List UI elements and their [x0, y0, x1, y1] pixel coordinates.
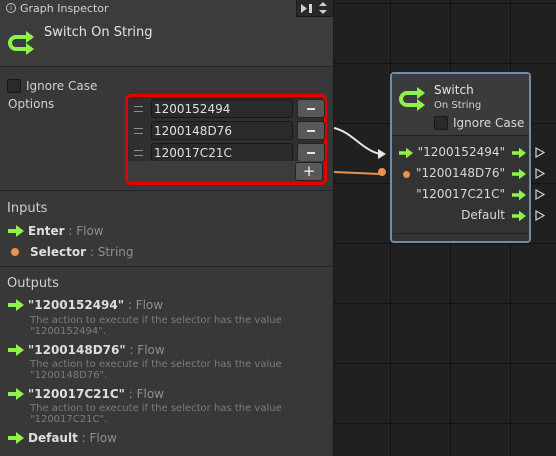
flow-edge-arrow-icon — [378, 149, 386, 159]
port-name: Selector — [30, 245, 87, 259]
flow-input-port-icon[interactable] — [399, 147, 413, 159]
flow-output-port-icon[interactable] — [512, 168, 526, 180]
port-type: : Flow — [124, 387, 164, 401]
flow-output-port-icon[interactable] — [512, 210, 526, 222]
output-connector-icon[interactable] — [535, 168, 545, 179]
output-port: "120017C21C" : Flow — [8, 387, 164, 401]
port-name: "1200148D76" — [28, 343, 126, 357]
graph-inspector-panel: i Graph Inspector Switch On String Ignor… — [0, 0, 334, 456]
port-description: The action to execute if the selector ha… — [30, 359, 282, 381]
switch-arrows-icon — [8, 31, 34, 55]
flow-arrow-icon — [8, 432, 24, 444]
port-name: "120017C21C" — [28, 387, 125, 401]
inspector-tab[interactable]: i Graph Inspector — [0, 0, 297, 17]
outputs-title: Outputs — [7, 276, 59, 291]
inspector-title: Graph Inspector — [20, 2, 109, 15]
output-port: "1200152494" : Flow — [8, 298, 163, 312]
node-port-row: "120017C21C" — [392, 185, 529, 205]
port-type: : Flow — [124, 298, 164, 312]
value-input-port-icon[interactable] — [403, 171, 410, 178]
divider — [0, 266, 333, 267]
options-footer: + — [128, 161, 324, 182]
value-edge[interactable] — [333, 171, 381, 175]
port-name: Enter — [28, 224, 65, 238]
output-port: Default : Flow — [8, 431, 117, 445]
switch-node-header: Switch On String Ignore Case — [392, 74, 529, 136]
node-port-label: "120017C21C" — [416, 187, 505, 201]
port-name: "1200152494" — [28, 298, 124, 312]
input-port-selector: Selector : String — [8, 245, 134, 259]
node-title: Switch On String — [44, 25, 153, 40]
node-port-label: "1200148D76" — [416, 166, 505, 180]
switch-node-footer — [392, 233, 529, 234]
dock-panel-icon[interactable] — [300, 3, 313, 14]
input-port-enter: Enter : Flow — [8, 224, 104, 238]
flow-arrow-icon — [8, 225, 24, 237]
output-connector-icon[interactable] — [535, 147, 545, 158]
output-connector-icon[interactable] — [535, 210, 545, 221]
flow-arrow-icon — [8, 299, 24, 311]
ignore-case-label: Ignore Case — [26, 79, 98, 93]
options-label: Options — [8, 97, 55, 111]
value-connector-icon[interactable] — [378, 168, 386, 176]
option-row: 1200148D76 — [131, 121, 325, 141]
port-description: The action to execute if the selector ha… — [30, 403, 282, 425]
inspector-title-bar: i Graph Inspector — [0, 0, 333, 17]
remove-option-button[interactable] — [297, 99, 325, 118]
add-option-button[interactable]: + — [295, 162, 323, 181]
port-description: The action to execute if the selector ha… — [30, 315, 282, 337]
inspector-node-header: Switch On String — [0, 17, 333, 67]
flow-edge[interactable] — [333, 127, 381, 155]
output-port: "1200148D76" : Flow — [8, 343, 165, 357]
node-port-label: Default — [461, 208, 505, 222]
node-port-row: "1200148D76" — [392, 164, 529, 184]
ignore-case-checkbox[interactable] — [7, 79, 21, 93]
divider — [0, 190, 333, 191]
ignore-case-checkbox[interactable] — [434, 116, 448, 130]
switch-node-title: Switch — [434, 83, 474, 97]
node-port-label: "1200152494" — [417, 145, 505, 159]
port-type: : Flow — [125, 343, 165, 357]
drag-handle-icon[interactable] — [134, 150, 143, 156]
options-list: 1200152494 1200148D76 120017C21C + — [125, 94, 327, 185]
value-dot-icon — [11, 248, 19, 256]
drag-handle-icon[interactable] — [134, 128, 143, 134]
flow-output-port-icon[interactable] — [512, 147, 526, 159]
node-port-row: "1200152494" — [392, 143, 529, 163]
inputs-title: Inputs — [7, 201, 48, 216]
flow-output-port-icon[interactable] — [512, 189, 526, 201]
remove-option-button[interactable] — [297, 143, 325, 162]
flow-arrow-icon — [8, 388, 24, 400]
output-connector-icon[interactable] — [535, 189, 545, 200]
node-settings: Ignore Case Options 1200152494 1200148D7… — [0, 68, 333, 188]
switch-arrows-icon — [399, 87, 425, 111]
switch-node-subtitle: On String — [434, 100, 482, 111]
option-row: 120017C21C — [131, 143, 325, 163]
switch-node[interactable]: Switch On String Ignore Case "1200152494… — [390, 72, 531, 243]
ignore-case-label: Ignore Case — [453, 116, 525, 130]
option-row: 1200152494 — [131, 99, 325, 119]
info-icon: i — [6, 3, 16, 13]
remove-option-button[interactable] — [297, 121, 325, 140]
option-field[interactable]: 120017C21C — [151, 143, 293, 162]
port-name: Default — [28, 431, 78, 445]
flow-arrow-icon — [8, 344, 24, 356]
port-type: : Flow — [64, 224, 104, 238]
port-type: : String — [86, 245, 134, 259]
drag-handle-icon[interactable] — [134, 106, 143, 112]
tab-menu-icon[interactable] — [317, 1, 329, 16]
option-field[interactable]: 1200152494 — [151, 99, 293, 118]
option-field[interactable]: 1200148D76 — [151, 121, 293, 140]
node-port-row: Default — [392, 206, 529, 226]
port-type: : Flow — [77, 431, 117, 445]
